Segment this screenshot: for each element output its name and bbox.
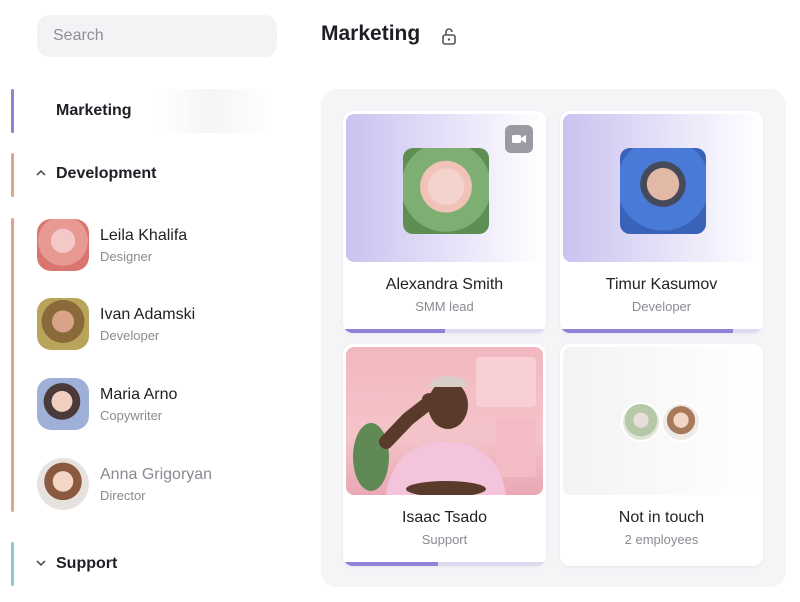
avatar [37, 298, 89, 350]
member-name: Leila Khalifa [100, 227, 188, 244]
card-photo-area [346, 114, 543, 262]
member-name: Maria Arno [100, 386, 178, 403]
member-role: Developer [100, 328, 160, 343]
member-name: Anna Grigoryan [100, 466, 213, 483]
employee-avatars [621, 402, 705, 446]
sidebar-item-label: Marketing [56, 102, 132, 119]
search-box[interactable] [37, 15, 277, 57]
card-photo [346, 347, 543, 495]
unlock-icon[interactable] [439, 26, 459, 46]
card-timur-kasumov[interactable]: Timur Kasumov Developer [560, 111, 763, 333]
member-anna-grigoryan[interactable]: Anna Grigoryan Director [37, 457, 277, 511]
card-photo-area [563, 114, 760, 262]
sidebar-group-support[interactable]: Support [36, 555, 117, 573]
member-ivan-adamski[interactable]: Ivan Adamski Developer [37, 297, 277, 351]
card-not-in-touch[interactable]: Not in touch 2 employees [560, 344, 763, 566]
sidebar-group-development[interactable]: Development [36, 165, 156, 183]
progress-fill [560, 329, 733, 333]
page-title: Marketing [321, 22, 421, 45]
development-members-accent [11, 218, 14, 512]
member-name: Ivan Adamski [100, 306, 196, 323]
member-role: Designer [100, 249, 153, 264]
member-role: Copywriter [100, 408, 163, 423]
video-camera-icon[interactable] [505, 125, 533, 153]
sidebar-group-label: Development [56, 165, 157, 182]
search-input[interactable] [53, 27, 261, 45]
development-accent [11, 153, 14, 197]
card-photo-area [563, 347, 760, 495]
card-name: Isaac Tsado [401, 509, 488, 526]
progress-fill [343, 329, 445, 333]
avatar [37, 219, 89, 271]
card-name: Alexandra Smith [385, 276, 504, 293]
person-photo [353, 357, 536, 495]
card-isaac-tsado[interactable]: Isaac Tsado Support [343, 344, 546, 566]
avatar [621, 402, 661, 442]
card-role: Support [421, 532, 468, 547]
progress-bar [560, 329, 763, 333]
progress-bar [343, 562, 546, 566]
card-role: SMM lead [415, 299, 474, 314]
chevron-up-icon [36, 169, 56, 180]
member-maria-arno[interactable]: Maria Arno Copywriter [37, 377, 277, 431]
sidebar-group-label: Support [56, 555, 118, 572]
member-leila-khalifa[interactable]: Leila Khalifa Designer [37, 218, 277, 272]
card-role: Developer [631, 299, 692, 314]
card-alexandra-smith[interactable]: Alexandra Smith SMM lead [343, 111, 546, 333]
support-accent [11, 542, 14, 586]
card-name: Not in touch [618, 509, 705, 526]
avatar [37, 458, 89, 510]
progress-bar [343, 329, 546, 333]
card-name: Timur Kasumov [605, 276, 718, 293]
portrait [403, 148, 489, 234]
team-panel: Alexandra Smith SMM lead Timur Kasumov D… [321, 89, 786, 587]
card-role: 2 employees [624, 532, 699, 547]
sidebar-item-marketing[interactable]: Marketing [14, 89, 274, 133]
member-role: Director [100, 488, 146, 503]
avatar [37, 378, 89, 430]
avatar [661, 402, 701, 442]
progress-fill [343, 562, 439, 566]
chevron-down-icon [36, 559, 56, 570]
portrait [620, 148, 706, 234]
